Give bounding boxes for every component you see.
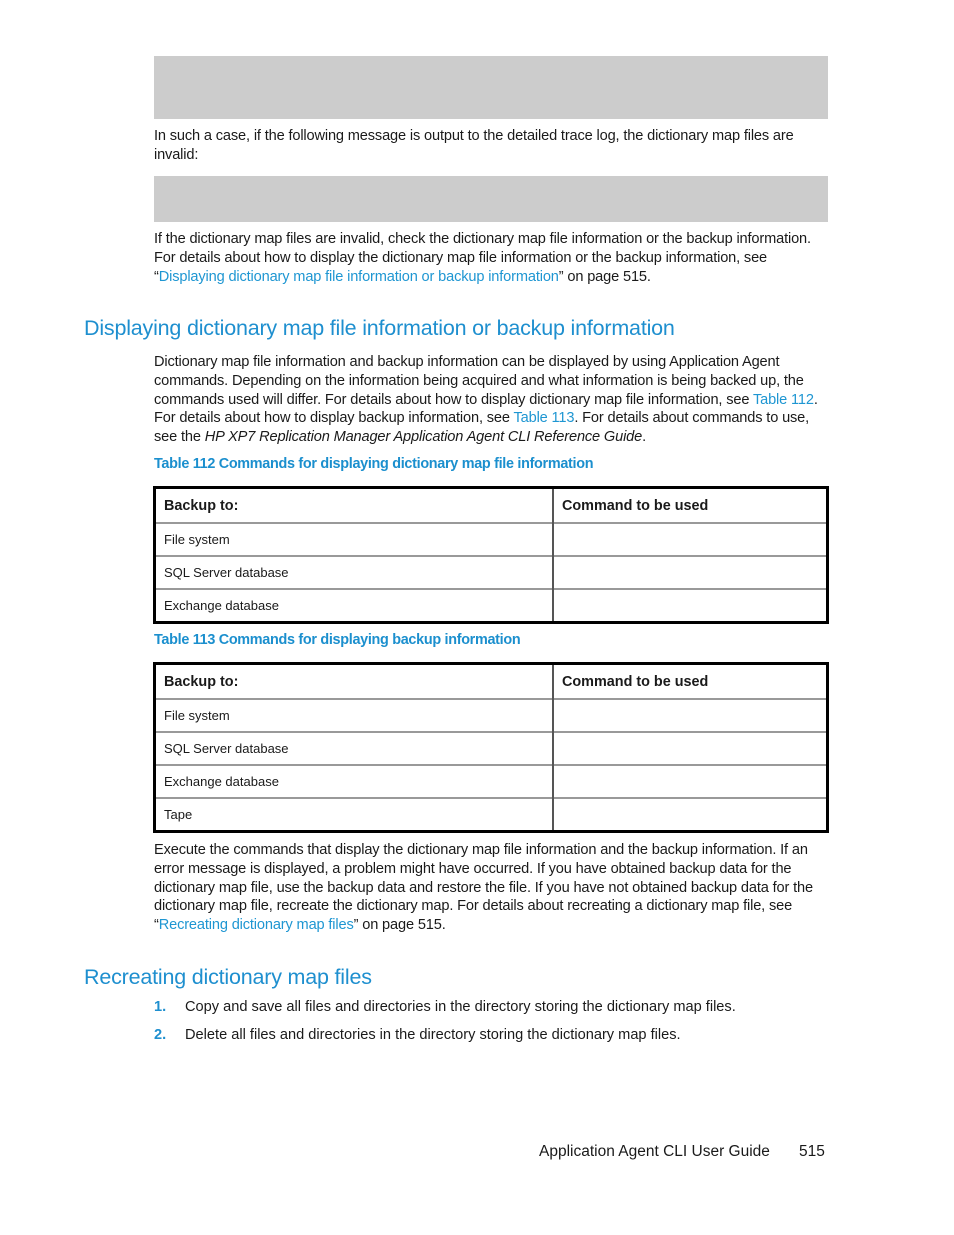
cell-command [552,588,828,623]
link-table-112[interactable]: Table 112 [753,392,814,408]
step-item: 2. Delete all files and directories in t… [154,1025,736,1053]
cell-backup-to: Exchange database [154,764,553,798]
cell-command [552,731,828,765]
cell-backup-to: Exchange database [154,588,553,623]
step-number: 1. [154,999,167,1015]
table-row: Exchange database [154,764,828,798]
cell-backup-to: SQL Server database [154,555,553,589]
table-row: File system [154,698,828,732]
section1-text: . [642,429,647,446]
link-displaying-section[interactable]: Displaying dictionary map file informati… [159,269,559,285]
step-item: 1. Copy and save all files and directori… [154,997,736,1025]
cell-backup-to: File system [154,522,553,556]
column-header-command: Command to be used [552,487,828,524]
table-113: Backup to: Command to be used File syste… [153,662,829,833]
page-reference: ” on page 515. [558,268,651,285]
step-text: Delete all files and directories in the … [185,1027,681,1043]
table-row: File system [154,522,828,556]
execute-paragraph: Execute the commands that display the di… [154,841,834,935]
case-text: In such a case, if the following message… [154,128,794,163]
cell-command [552,764,828,798]
cell-command [552,555,828,589]
page-reference: ” on page 515. [353,917,446,934]
recreate-steps-list: 1. Copy and save all files and directori… [154,997,736,1053]
cell-command [552,698,828,732]
page-footer: Application Agent CLI User Guide 515 [539,1143,825,1161]
heading-displaying-dictionary-map: Displaying dictionary map file informati… [84,316,675,340]
section1-paragraph: Dictionary map file information and back… [154,353,834,447]
table-header-row: Backup to: Command to be used [154,663,828,700]
page-number: 515 [799,1143,825,1160]
invalid-paragraph: If the dictionary map files are invalid,… [154,230,834,286]
table-row: SQL Server database [154,731,828,765]
table-header-row: Backup to: Command to be used [154,487,828,524]
heading-recreating-dictionary-map: Recreating dictionary map files [84,965,372,989]
reference-guide-title: HP XP7 Replication Manager Application A… [204,429,643,446]
step-text: Copy and save all files and directories … [185,999,736,1015]
table-112-caption: Table 112 Commands for displaying dictio… [154,456,594,472]
cell-backup-to: SQL Server database [154,731,553,765]
table-113-caption: Table 113 Commands for displaying backup… [154,632,521,648]
cell-command [552,522,828,556]
cell-backup-to: Tape [154,797,553,832]
link-recreating-section[interactable]: Recreating dictionary map files [159,917,354,933]
trace-message-placeholder [154,176,828,222]
table-row: Tape [154,797,828,832]
table-row: Exchange database [154,588,828,623]
cell-command [552,797,828,832]
column-header-backup-to: Backup to: [154,487,553,524]
footer-guide-title: Application Agent CLI User Guide [539,1143,770,1160]
step-number: 2. [154,1027,167,1043]
link-table-113[interactable]: Table 113 [513,410,574,426]
table-112: Backup to: Command to be used File syste… [153,486,829,624]
code-block-placeholder [154,56,828,119]
table-row: SQL Server database [154,555,828,589]
cell-backup-to: File system [154,698,553,732]
section1-text: Dictionary map file information and back… [154,354,804,408]
column-header-command: Command to be used [552,663,828,700]
column-header-backup-to: Backup to: [154,663,553,700]
case-paragraph: In such a case, if the following message… [154,127,834,165]
